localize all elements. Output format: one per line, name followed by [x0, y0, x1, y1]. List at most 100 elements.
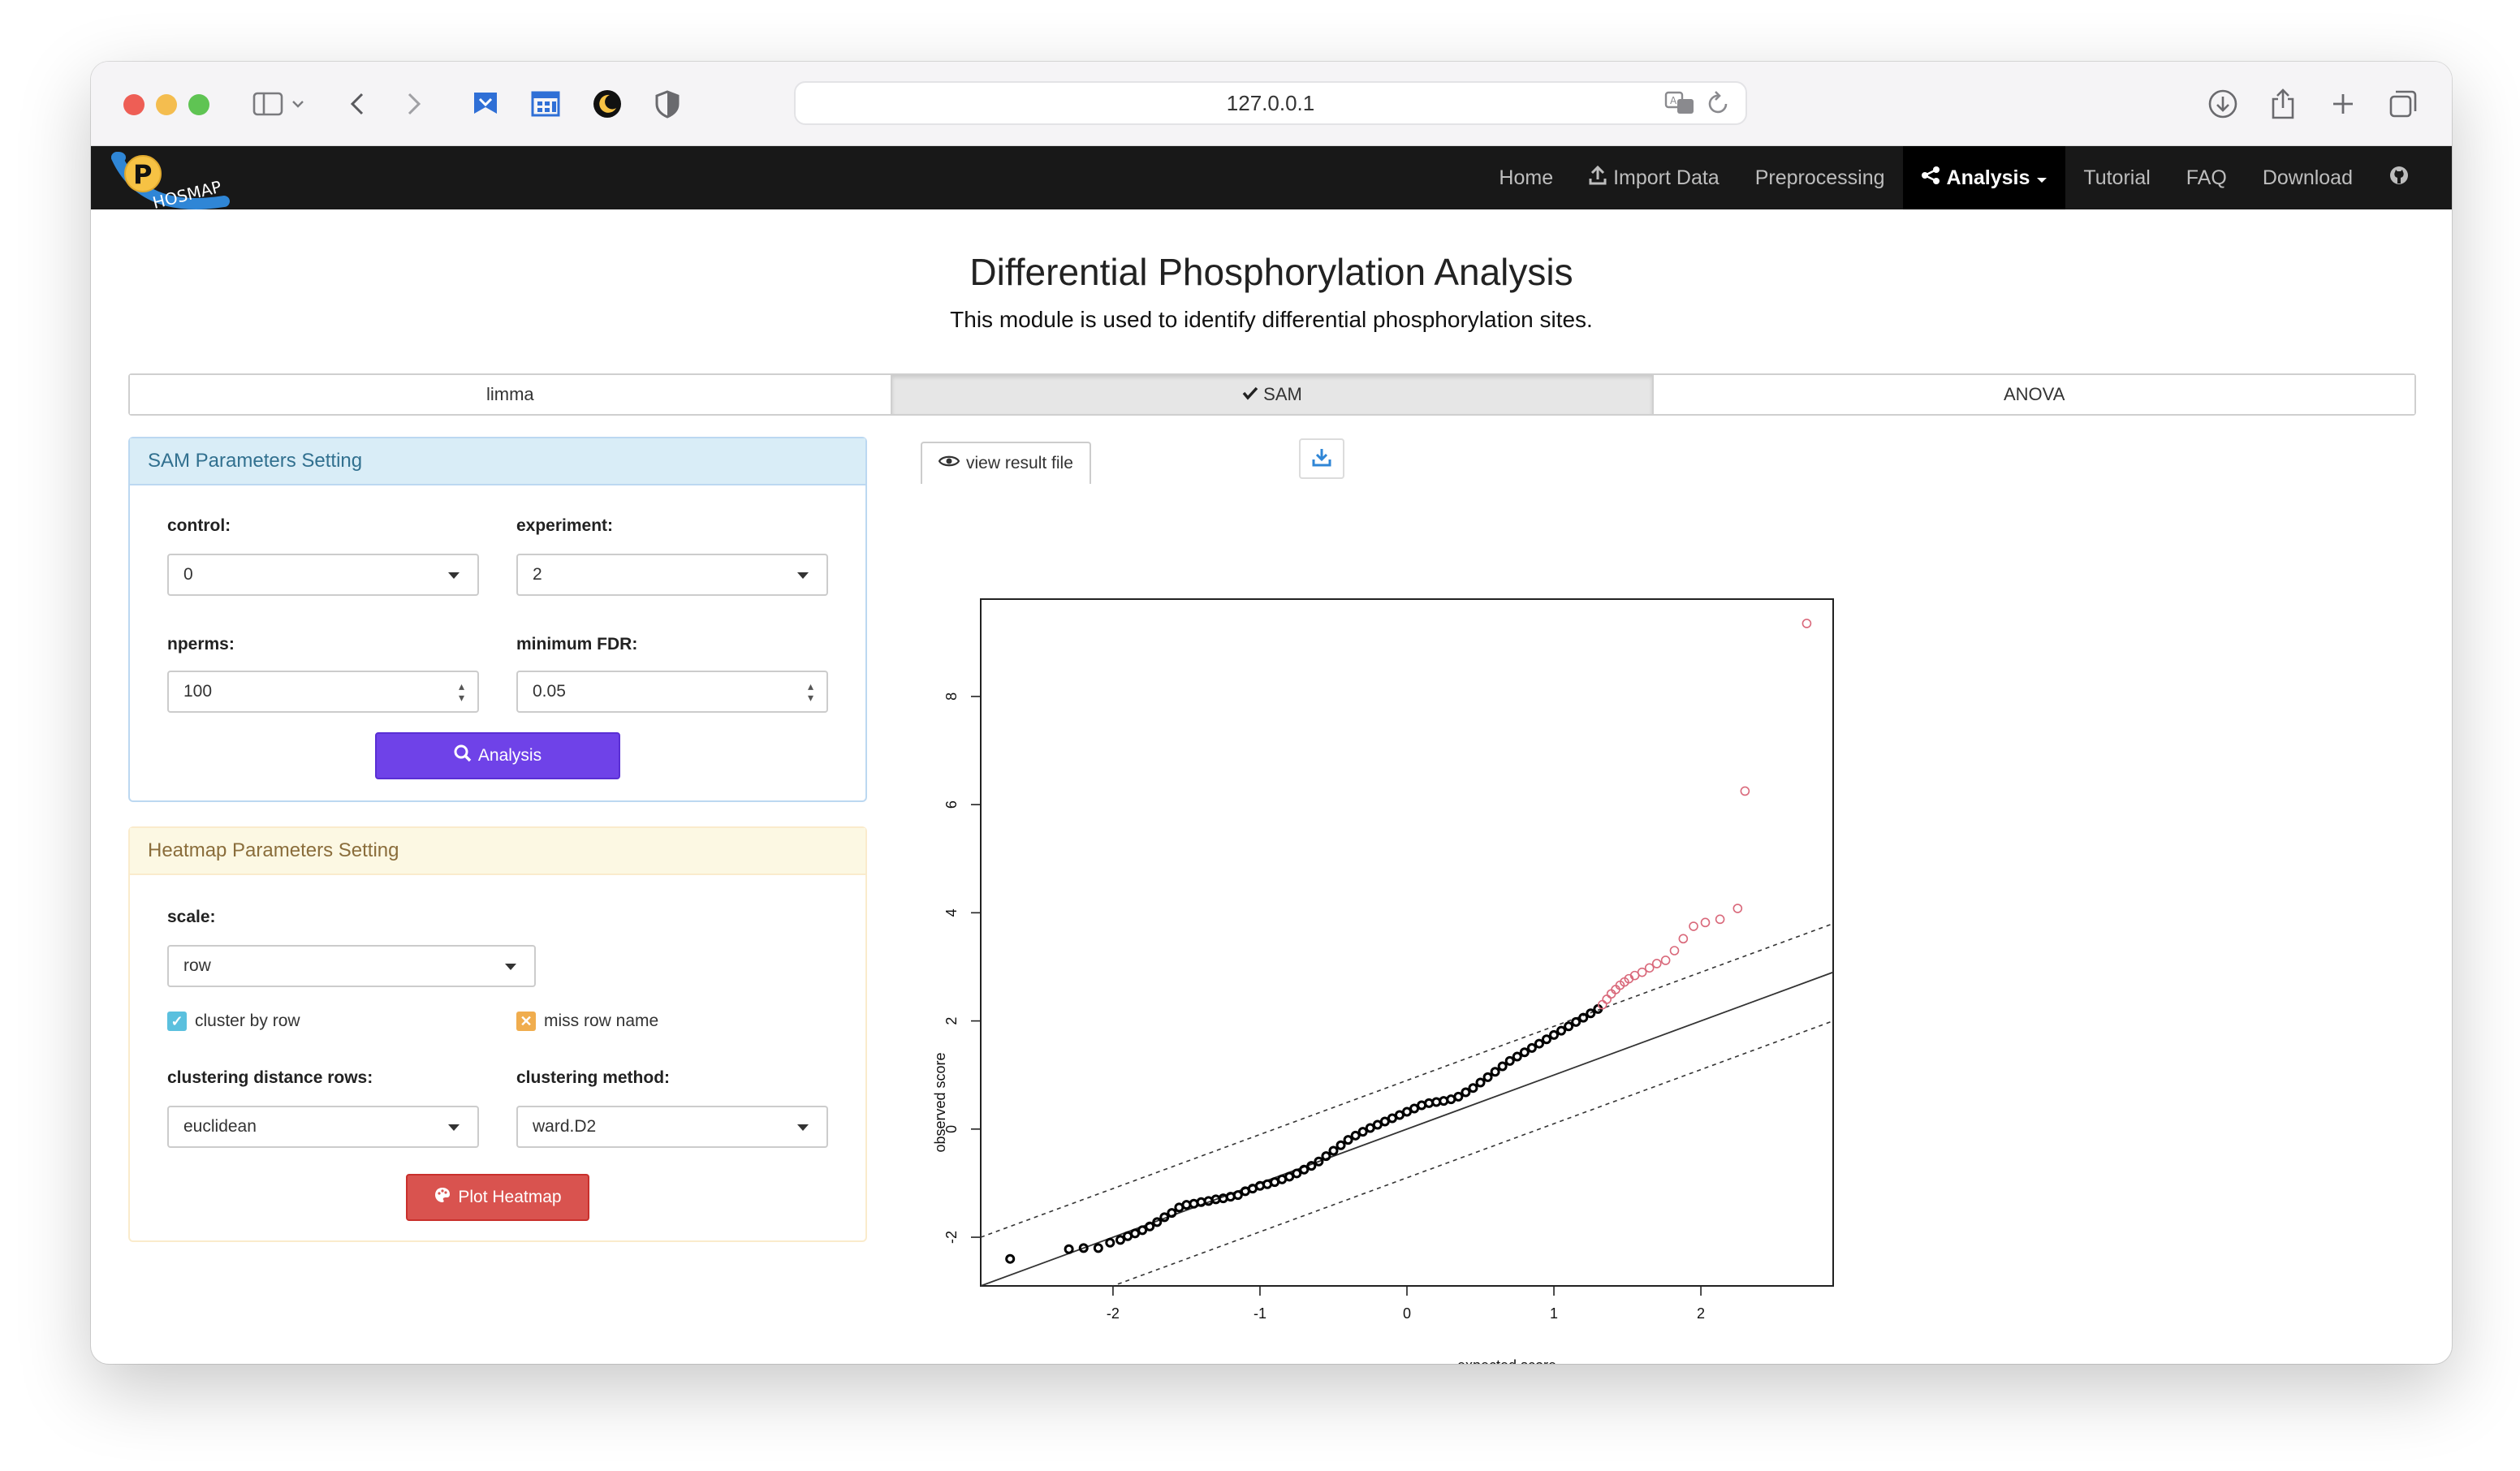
tab-limma[interactable]: limma: [130, 375, 892, 414]
forward-icon[interactable]: [395, 84, 434, 123]
tab-sam-label: SAM: [1263, 384, 1302, 404]
spinner-icon[interactable]: ▴ ▾: [459, 680, 464, 703]
data-point-significant: [1660, 956, 1671, 965]
scale-value: row: [183, 956, 211, 975]
data-point-normal: [1145, 1221, 1155, 1232]
checkbox-checked-icon: ✓: [167, 1012, 187, 1031]
data-point-normal: [1093, 1243, 1103, 1253]
analysis-button[interactable]: Analysis: [375, 732, 620, 779]
y-tick-label: 2: [943, 1017, 960, 1025]
nav-preprocessing[interactable]: Preprocessing: [1737, 146, 1903, 209]
svg-text:A: A: [1670, 95, 1677, 106]
tab-sam[interactable]: SAM: [891, 375, 1655, 414]
calendar-icon[interactable]: [526, 84, 565, 123]
cluster-by-row-label: cluster by row: [195, 1012, 300, 1030]
data-point-normal: [1431, 1097, 1442, 1107]
search-icon: [454, 744, 472, 767]
page-subtitle: This module is used to identify differen…: [950, 307, 1593, 332]
sidebar-icon[interactable]: [248, 84, 287, 123]
data-point-significant: [1732, 904, 1743, 913]
plot-heatmap-button[interactable]: Plot Heatmap: [406, 1174, 589, 1221]
nperms-input[interactable]: 100 ▴ ▾: [167, 671, 479, 713]
sam-parameters-panel: SAM Parameters Setting control: 0 experi…: [128, 437, 867, 802]
zoom-window-button[interactable]: [188, 94, 209, 115]
data-point-normal: [1064, 1244, 1074, 1254]
caret-down-icon: [448, 572, 460, 579]
nav-github[interactable]: [2371, 146, 2427, 209]
new-tab-icon[interactable]: [2324, 84, 2362, 123]
data-point-normal: [1439, 1096, 1449, 1106]
data-point-normal: [1461, 1087, 1471, 1098]
x-axis-label: expected score: [1457, 1357, 1556, 1364]
data-point-normal: [1321, 1151, 1331, 1162]
min-fdr-input[interactable]: 0.05 ▴ ▾: [516, 671, 828, 713]
x-tick-label: -1: [1254, 1305, 1266, 1322]
data-point-normal: [1578, 1012, 1589, 1023]
data-point-normal: [1490, 1067, 1500, 1077]
data-point-normal: [1306, 1161, 1317, 1171]
tab-anova[interactable]: ANOVA: [1654, 375, 2415, 414]
palette-icon: [434, 1186, 451, 1209]
data-point-normal: [1005, 1253, 1016, 1264]
download-icon[interactable]: [2203, 84, 2242, 123]
caret-down-icon: [448, 1124, 460, 1131]
data-point-normal: [1232, 1190, 1243, 1201]
nav-home[interactable]: Home: [1481, 146, 1571, 209]
control-select[interactable]: 0: [167, 554, 479, 596]
data-point-normal: [1549, 1029, 1560, 1040]
distance-select[interactable]: euclidean: [167, 1106, 479, 1148]
y-tick-label: 8: [943, 692, 960, 701]
back-icon[interactable]: [338, 84, 377, 123]
nav-import-data[interactable]: Import Data: [1571, 146, 1737, 209]
data-point-significant: [1669, 946, 1680, 956]
caret-down-icon: [505, 964, 516, 970]
x-tick-label: 2: [1697, 1305, 1705, 1322]
heatmap-panel-title: Heatmap Parameters Setting: [130, 828, 865, 875]
min-fdr-label: minimum FDR:: [516, 635, 638, 654]
nav-download[interactable]: Download: [2245, 146, 2371, 209]
method-select[interactable]: ward.D2: [516, 1106, 828, 1148]
shield-icon[interactable]: [648, 84, 687, 123]
nav-faq[interactable]: FAQ: [2168, 146, 2245, 209]
miss-row-name-checkbox[interactable]: ✕ miss row name: [516, 1012, 658, 1031]
data-point-significant: [1678, 934, 1689, 944]
download-result-button[interactable]: [1299, 438, 1344, 479]
logo[interactable]: P HOSMAP: [110, 149, 232, 213]
close-window-button[interactable]: [123, 94, 145, 115]
min-fdr-value: 0.05: [533, 682, 566, 701]
data-point-significant: [1651, 959, 1662, 968]
moon-icon[interactable]: [588, 84, 627, 123]
view-result-file-label: view result file: [966, 454, 1073, 472]
reload-icon[interactable]: [1707, 89, 1731, 124]
share-icon[interactable]: [2263, 84, 2302, 123]
data-point-normal: [1225, 1192, 1236, 1202]
data-point-normal: [1571, 1016, 1581, 1027]
y-tick-label: 6: [943, 800, 960, 809]
data-point-normal: [1159, 1212, 1170, 1223]
address-bar[interactable]: 127.0.0.1 A: [794, 81, 1747, 125]
tabs-overview-icon[interactable]: [2384, 84, 2423, 123]
x-tick-label: 1: [1550, 1305, 1558, 1322]
scale-select[interactable]: row: [167, 945, 536, 987]
translate-icon[interactable]: A: [1664, 89, 1697, 124]
data-point-normal: [1424, 1098, 1435, 1108]
chevron-down-icon[interactable]: [286, 84, 310, 123]
cluster-by-row-checkbox[interactable]: ✓ cluster by row: [167, 1012, 300, 1031]
nav-analysis[interactable]: Analysis: [1902, 146, 2066, 209]
data-point-normal: [1512, 1051, 1522, 1062]
nav-tutorial[interactable]: Tutorial: [2065, 146, 2168, 209]
view-result-file-button[interactable]: view result file: [921, 442, 1091, 484]
heatmap-parameters-panel: Heatmap Parameters Setting scale: row ✓ …: [128, 826, 867, 1242]
data-point-significant: [1689, 921, 1698, 931]
caret-down-icon: [2036, 166, 2048, 190]
data-point-significant: [1602, 994, 1612, 1004]
data-point-normal: [1556, 1025, 1567, 1036]
data-point-normal: [1336, 1140, 1346, 1150]
spinner-icon[interactable]: ▴ ▾: [808, 680, 813, 703]
minimize-window-button[interactable]: [156, 94, 177, 115]
bookmark-shield-icon[interactable]: [466, 84, 505, 123]
experiment-select[interactable]: 2: [516, 554, 828, 596]
share-nodes-icon: [1921, 166, 1940, 191]
data-point-normal: [1475, 1077, 1486, 1088]
experiment-label: experiment:: [516, 516, 614, 535]
